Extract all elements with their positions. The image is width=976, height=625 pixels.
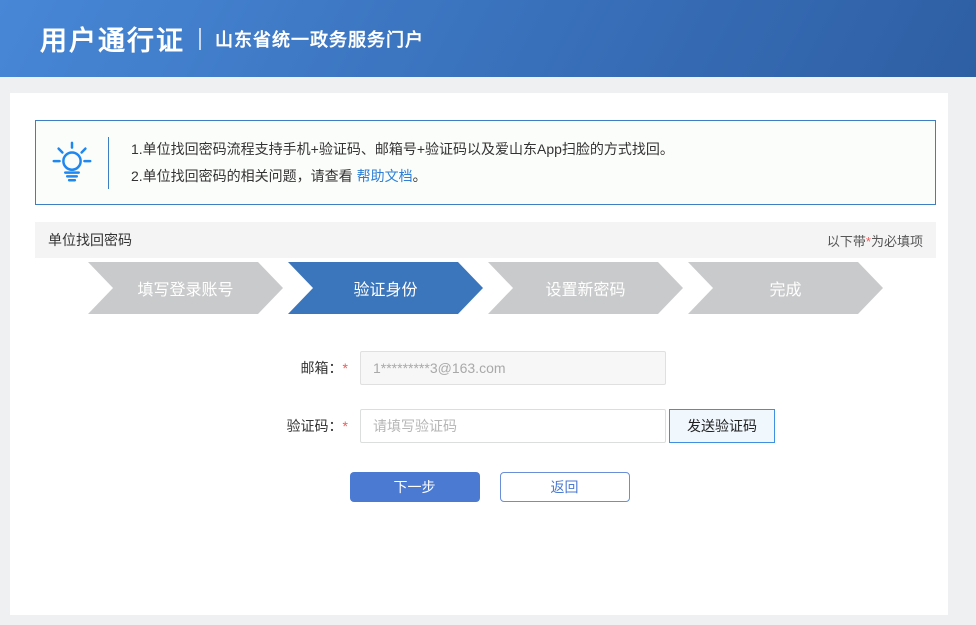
page-title: 用户通行证 <box>40 26 185 56</box>
notice-line-1: 1.单位找回密码流程支持手机+验证码、邮箱号+验证码以及爱山东App扫脸的方式找… <box>131 140 674 157</box>
code-label: 验证码：* <box>286 418 348 434</box>
step-verify-identity: 验证身份 <box>288 262 483 314</box>
header-divider <box>199 27 201 50</box>
email-label: 邮箱：* <box>300 360 348 376</box>
email-required-asterisk: * <box>342 360 348 376</box>
back-button[interactable]: 返回 <box>499 472 630 502</box>
email-row: 邮箱：* <box>248 351 936 385</box>
section-title-bar: 单位找回密码 以下带*为必填项 <box>35 222 936 258</box>
code-required-asterisk: * <box>342 418 348 434</box>
required-fields-note: 以下带*为必填项 <box>826 233 923 249</box>
portal-subtitle: 山东省统一政务服务门户 <box>215 29 424 50</box>
app-header: 用户通行证 山东省统一政务服务门户 <box>0 0 976 77</box>
send-code-button[interactable]: 发送验证码 <box>669 409 775 443</box>
main-card: 1.单位找回密码流程支持手机+验证码、邮箱号+验证码以及爱山东App扫脸的方式找… <box>10 93 948 615</box>
code-row: 验证码：* 发送验证码 <box>248 409 936 443</box>
step-wizard: 填写登录账号 验证身份 设置新密码 完成 <box>35 262 936 314</box>
next-step-button[interactable]: 下一步 <box>349 472 480 502</box>
notice-line-2: 2.单位找回密码的相关问题，请查看 帮助文档。 <box>131 167 427 184</box>
step-done: 完成 <box>688 262 883 314</box>
code-input[interactable] <box>360 409 666 443</box>
email-field <box>360 351 666 385</box>
actions-row: 下一步 返回 <box>35 472 936 502</box>
step-set-new-password: 设置新密码 <box>488 262 683 314</box>
notice-box: 1.单位找回密码流程支持手机+验证码、邮箱号+验证码以及爱山东App扫脸的方式找… <box>35 120 936 205</box>
lightbulb-icon <box>36 140 108 186</box>
section-title: 单位找回密码 <box>48 232 132 248</box>
recover-form: 邮箱：* 验证码：* 发送验证码 下一步 返回 <box>35 351 936 502</box>
help-doc-link[interactable]: 帮助文档 <box>357 168 413 184</box>
step-fill-account: 填写登录账号 <box>88 262 283 314</box>
notice-text: 1.单位找回密码流程支持手机+验证码、邮箱号+验证码以及爱山东App扫脸的方式找… <box>109 136 674 190</box>
